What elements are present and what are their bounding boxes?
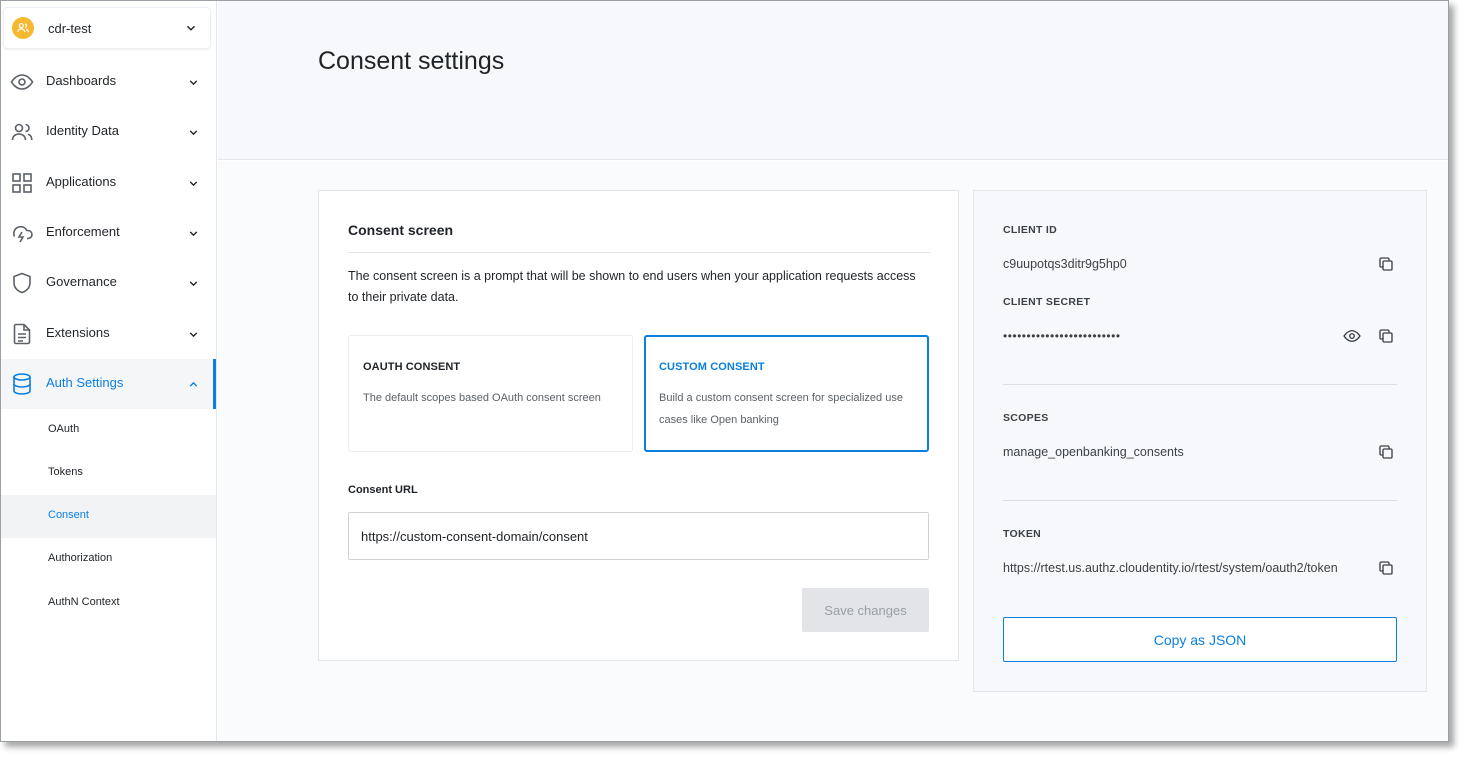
main-content: Consent screen The consent screen is a p… xyxy=(218,161,1448,741)
page-title: Consent settings xyxy=(318,47,505,75)
chevron-down-icon xyxy=(189,332,198,338)
sidebar: cdr-test Dashboards Identity Data Applic… xyxy=(1,1,217,741)
chevron-down-icon xyxy=(189,130,198,136)
sidebar-item-label: Enforcement xyxy=(46,224,120,239)
sidebar-item-label: Extensions xyxy=(46,325,110,340)
sidebar-subitem-label: OAuth xyxy=(48,423,80,435)
copy-icon[interactable] xyxy=(1377,559,1395,577)
consent-url-label: Consent URL xyxy=(348,484,418,496)
sidebar-subitem-label: Authorization xyxy=(48,552,113,564)
chevron-down-icon xyxy=(189,181,198,187)
document-icon xyxy=(13,323,31,345)
tenant-name: cdr-test xyxy=(48,20,92,36)
sidebar-subitem-label: AuthN Context xyxy=(48,596,120,608)
chevron-down-icon xyxy=(186,25,196,31)
users-icon xyxy=(17,23,29,33)
sidebar-item-label: Applications xyxy=(46,174,117,189)
card-title: Consent screen xyxy=(348,222,454,238)
sidebar-subitem-authn-context[interactable]: AuthN Context xyxy=(1,582,216,625)
token-value: https://rtest.us.authz.cloudentity.io/rt… xyxy=(1003,561,1338,575)
client-id-value: c9uupotqs3ditr9g5hp0 xyxy=(1003,257,1127,271)
sidebar-item-label: Governance xyxy=(46,274,117,289)
sidebar-item-extensions[interactable]: Extensions xyxy=(1,309,216,359)
copy-icon[interactable] xyxy=(1377,255,1395,273)
sidebar-item-label: Dashboards xyxy=(46,73,117,88)
sidebar-subitem-label: Tokens xyxy=(48,466,83,478)
tenant-selector[interactable]: cdr-test xyxy=(3,7,211,49)
option-title: OAUTH CONSENT xyxy=(363,361,461,373)
oauth-consent-option[interactable]: OAUTH CONSENT The default scopes based O… xyxy=(348,335,633,452)
sidebar-subitem-tokens[interactable]: Tokens xyxy=(1,452,216,495)
scopes-value: manage_openbanking_consents xyxy=(1003,445,1184,459)
sidebar-subitem-label: Consent xyxy=(48,509,89,521)
sidebar-subitem-authorization[interactable]: Authorization xyxy=(1,538,216,581)
sidebar-subitem-oauth[interactable]: OAuth xyxy=(1,409,216,452)
app-window: cdr-test Dashboards Identity Data Applic… xyxy=(0,0,1449,742)
grid-icon xyxy=(12,173,32,193)
database-icon xyxy=(13,373,31,395)
eye-icon[interactable] xyxy=(1343,327,1361,345)
sidebar-item-dashboards[interactable]: Dashboards xyxy=(1,57,216,107)
sidebar-subitem-consent[interactable]: Consent xyxy=(1,495,216,538)
option-description: Build a custom consent screen for specia… xyxy=(659,392,903,426)
eye-icon xyxy=(10,74,34,90)
copy-icon[interactable] xyxy=(1377,443,1395,461)
page-header: Consent settings xyxy=(218,1,1448,160)
sidebar-item-label: Identity Data xyxy=(46,123,119,138)
consent-url-input[interactable] xyxy=(348,512,929,560)
sidebar-item-label: Auth Settings xyxy=(46,375,124,390)
custom-consent-option[interactable]: CUSTOM CONSENT Build a custom consent sc… xyxy=(644,335,929,452)
sidebar-item-enforcement[interactable]: Enforcement xyxy=(1,208,216,258)
copy-as-json-button[interactable]: Copy as JSON xyxy=(1003,617,1397,662)
shield-icon xyxy=(13,272,31,294)
scopes-label: SCOPES xyxy=(1003,412,1049,424)
divider xyxy=(1003,500,1397,501)
option-title: CUSTOM CONSENT xyxy=(659,361,765,373)
client-id-label: CLIENT ID xyxy=(1003,224,1058,236)
cloud-lightning-icon xyxy=(13,225,33,243)
card-description: The consent screen is a prompt that will… xyxy=(348,269,916,304)
consent-screen-card: Consent screen The consent screen is a p… xyxy=(318,190,959,661)
client-secret-label: CLIENT SECRET xyxy=(1003,296,1091,308)
divider xyxy=(348,252,930,253)
sidebar-item-applications[interactable]: Applications xyxy=(1,158,216,208)
users-icon xyxy=(11,123,33,141)
divider xyxy=(1003,384,1397,385)
tenant-avatar xyxy=(12,17,34,39)
chevron-down-icon xyxy=(189,80,198,86)
chevron-down-icon xyxy=(189,231,198,237)
client-secret-value: ••••••••••••••••••••••••• xyxy=(1003,329,1121,343)
chevron-down-icon xyxy=(189,281,198,287)
copy-icon[interactable] xyxy=(1377,327,1395,345)
save-changes-button[interactable]: Save changes xyxy=(802,588,929,632)
token-label: TOKEN xyxy=(1003,528,1042,540)
sidebar-item-governance[interactable]: Governance xyxy=(1,258,216,308)
option-description: The default scopes based OAuth consent s… xyxy=(363,392,601,404)
sidebar-item-identity-data[interactable]: Identity Data xyxy=(1,107,216,157)
chevron-up-icon xyxy=(189,381,198,387)
client-info-card: CLIENT ID c9uupotqs3ditr9g5hp0 CLIENT SE… xyxy=(973,190,1427,692)
sidebar-item-auth-settings[interactable]: Auth Settings xyxy=(1,359,216,409)
